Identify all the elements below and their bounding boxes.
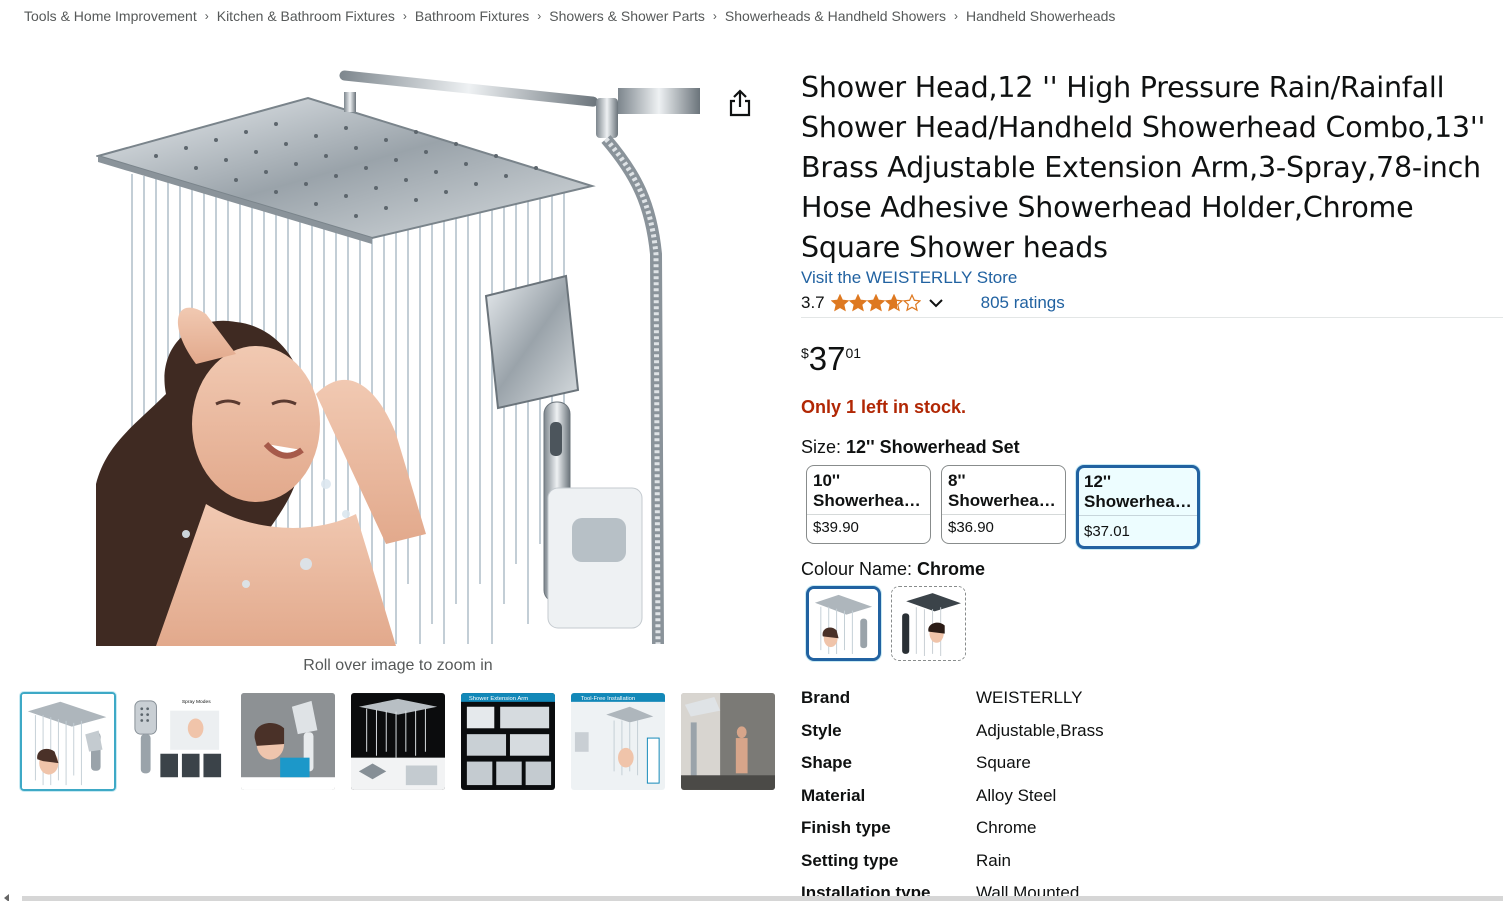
divider [807,514,930,515]
product-title: Shower Head,12 '' High Pressure Rain/Rai… [801,71,1486,264]
thumbnail-7[interactable] [680,692,776,791]
divider [942,514,1065,515]
star-icon [902,294,921,312]
breadcrumb-item[interactable]: Kitchen & Bathroom Fixtures [217,8,395,24]
size-option-price: $36.90 [948,519,994,536]
divider [1079,515,1197,516]
breadcrumb-separator: › [402,9,407,23]
size-option-line1: 12'' [1084,472,1111,491]
colour-selected-value: Chrome [917,559,986,579]
size-option-line1: 8'' [948,471,966,490]
star-icon [848,294,867,312]
spec-value: Alloy Steel [976,785,1057,805]
spec-value: Chrome [976,818,1037,838]
rating-row: 3.7 805 ratings [801,293,1065,313]
price-whole: 37 [808,340,846,377]
shower-product-image [96,64,700,646]
colour-options [806,586,966,661]
chevron-down-icon[interactable] [928,293,943,313]
breadcrumb-item[interactable]: Showers & Shower Parts [549,8,705,24]
spec-row: Setting type Rain [801,845,1501,878]
size-option-price: $39.90 [813,519,859,536]
breadcrumb-item[interactable]: Showerheads & Handheld Showers [725,8,946,24]
spec-value: Rain [976,850,1011,870]
spec-key: Setting type [801,850,899,870]
thumbnail-1[interactable] [20,692,116,791]
divider [801,317,1503,318]
thumbnail-5[interactable]: Shower Extension Arm [460,692,556,791]
size-option-name: 10'' Showerhead Set [813,471,925,511]
ratings-count-link[interactable]: 805 ratings [981,293,1065,313]
spec-key: Finish type [801,818,891,838]
breadcrumb-item[interactable]: Tools & Home Improvement [24,8,197,24]
thumbnail-4[interactable] [350,692,446,791]
breadcrumb-item[interactable]: Handheld Showerheads [966,8,1115,24]
size-option-name: 8'' Showerhead Set [948,471,1060,511]
size-option-line2: Showerhead Set [1084,492,1196,511]
thumbnail-strip: Spray Modes Shower Extension Arm Tool-Fr… [20,692,776,791]
size-option-line2: Showerhead Set [948,491,1060,510]
colour-label-text: Colour Name: [801,559,918,579]
size-option-12[interactable]: 12'' Showerhead Set $37.01 [1076,465,1200,549]
thumbnail-caption: Spray Modes [182,699,211,705]
star-icon [866,294,885,312]
main-product-image[interactable] [96,64,700,646]
size-options: 10'' Showerhead Set $39.90 8'' Showerhea… [806,465,1200,549]
thumbnail-caption: Tool-Free Installation [581,696,635,702]
spec-value: WEISTERLLY [976,688,1083,708]
price-symbol: $ [801,345,809,361]
thumbnail-3[interactable] [240,692,336,791]
spec-row: Shape Square [801,747,1501,780]
spec-value: Square [976,753,1031,773]
breadcrumb-separator: › [712,9,717,23]
spec-key: Material [801,785,866,805]
spec-value: Adjustable,Brass [976,720,1104,740]
rating-value: 3.7 [801,293,825,312]
size-option-price: $37.01 [1084,523,1130,540]
zoom-hint: Roll over image to zoom in [303,657,493,674]
size-option-line2: Showerhead Set [813,491,925,510]
thumbnail-caption: Shower Extension Arm [469,696,528,702]
thumbnail-2[interactable]: Spray Modes [130,692,226,791]
price: $ 37 01 [801,340,861,378]
size-option-line1: 10'' [813,471,840,490]
breadcrumb: Tools & Home Improvement › Kitchen & Bat… [24,8,1115,24]
spec-row: Brand WEISTERLLY [801,682,1501,715]
colour-option-1[interactable] [806,586,881,661]
size-option-name: 12'' Showerhead Set [1084,472,1196,512]
spec-key: Style [801,720,842,740]
thumbnail-6[interactable]: Tool-Free Installation [570,692,666,791]
colour-option-2[interactable] [891,586,966,661]
size-label: Size: 12'' Showerhead Set [801,437,1020,458]
product-specs: Brand WEISTERLLY Style Adjustable,Brass … [801,682,1501,901]
share-icon[interactable] [726,88,754,118]
size-option-10[interactable]: 10'' Showerhead Set $39.90 [806,465,931,544]
star-rating[interactable] [830,294,921,312]
spec-key: Shape [801,753,853,773]
colour-label: Colour Name: Chrome [801,559,985,580]
scroll-left-arrow-icon[interactable] [4,894,9,901]
star-icon [830,294,849,312]
spec-key: Brand [801,688,851,708]
size-option-8[interactable]: 8'' Showerhead Set $36.90 [941,465,1066,544]
size-label-text: Size: [801,437,847,457]
breadcrumb-separator: › [537,9,542,23]
stock-status: Only 1 left in stock. [801,397,967,417]
breadcrumb-separator: › [204,9,209,23]
size-selected-value: 12'' Showerhead Set [846,437,1020,457]
star-icon [884,294,903,312]
spec-row: Style Adjustable,Brass [801,715,1501,748]
breadcrumb-separator: › [953,9,958,23]
price-fraction: 01 [845,345,862,361]
breadcrumb-item[interactable]: Bathroom Fixtures [415,8,529,24]
horizontal-scrollbar[interactable] [22,896,1503,901]
spec-row: Material Alloy Steel [801,780,1501,813]
spec-row: Finish type Chrome [801,812,1501,845]
store-link[interactable]: Visit the WEISTERLLY Store [801,268,1017,288]
